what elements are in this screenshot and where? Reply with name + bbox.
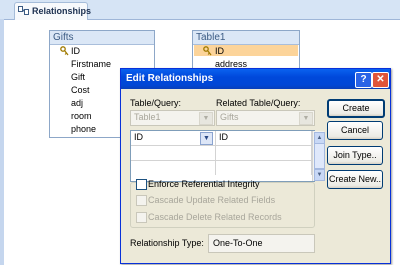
chevron-down-icon: ▼ (199, 112, 213, 125)
field-item[interactable]: Firstname (71, 58, 111, 70)
enforce-integrity-label[interactable]: Enforce Referential Integrity (148, 179, 260, 189)
field-item[interactable]: ID (71, 45, 80, 57)
relationships-icon (18, 6, 29, 16)
field-item[interactable]: room (71, 110, 92, 122)
related-table-query-value: Gifts (220, 112, 239, 122)
field-item[interactable]: Cost (71, 84, 90, 96)
field-list-title[interactable]: Table1 (193, 31, 299, 45)
navigation-pane-edge (0, 19, 4, 265)
grid-cell-right[interactable]: ID (216, 131, 312, 146)
relationship-type-value: One-To-One (213, 238, 263, 248)
primary-key-icon (203, 46, 212, 56)
cancel-button[interactable]: Cancel (327, 121, 383, 140)
grid-cell-right[interactable] (216, 146, 312, 161)
join-type-button[interactable]: Join Type.. (327, 146, 383, 165)
close-button[interactable]: ✕ (372, 72, 389, 88)
dialog-title-bar[interactable]: Edit Relationships ? ✕ (121, 69, 390, 89)
enforce-integrity-checkbox[interactable] (136, 179, 147, 190)
grid-cell-text: ID (134, 132, 143, 142)
related-table-query-select: Gifts ▼ (216, 110, 315, 126)
chevron-down-icon: ▼ (299, 112, 313, 125)
help-button[interactable]: ? (355, 72, 372, 88)
cascade-update-label: Cascade Update Related Fields (148, 195, 276, 205)
scroll-down-icon[interactable]: ▼ (314, 169, 325, 181)
grid-cell-right[interactable] (216, 161, 312, 175)
grid-cell-left[interactable] (131, 161, 216, 175)
cascade-delete-checkbox (136, 212, 147, 223)
dialog-title: Edit Relationships (126, 73, 214, 84)
relationship-type-label: Relationship Type: (130, 238, 204, 248)
cascade-update-checkbox (136, 195, 147, 206)
table-query-value: Table1 (134, 112, 161, 122)
primary-key-icon (60, 46, 69, 56)
create-button[interactable]: Create (327, 99, 385, 118)
field-item[interactable]: adj (71, 97, 83, 109)
grid-cell-left[interactable] (131, 146, 216, 161)
create-new-button[interactable]: Create New.. (327, 170, 383, 189)
field-item[interactable]: Gift (71, 71, 85, 83)
tab-relationships[interactable]: Relationships (14, 2, 92, 20)
tab-label: Relationships (32, 6, 92, 16)
scroll-thumb[interactable] (314, 143, 325, 169)
field-list-title[interactable]: Gifts (50, 31, 154, 45)
relationship-type-field: One-To-One (208, 234, 315, 253)
grid-cell-left[interactable]: ID ▼ (131, 131, 216, 146)
table-query-select: Table1 ▼ (130, 110, 215, 126)
field-mapping-grid[interactable]: ID ▼ ID ▲ ▼ (130, 130, 325, 182)
chevron-down-icon[interactable]: ▼ (200, 132, 213, 145)
related-table-query-label: Related Table/Query: (216, 98, 301, 108)
field-list-table1[interactable]: Table1 ID address (192, 30, 300, 72)
table-query-label: Table/Query: (130, 98, 182, 108)
grid-cell-text: ID (219, 132, 228, 142)
edit-relationships-dialog: Edit Relationships ? ✕ Table/Query: Rela… (120, 68, 391, 264)
grid-scrollbar[interactable]: ▲ ▼ (312, 131, 325, 181)
cascade-delete-label: Cascade Delete Related Records (148, 212, 282, 222)
field-item[interactable]: phone (71, 123, 96, 135)
field-item[interactable]: ID (215, 45, 224, 57)
